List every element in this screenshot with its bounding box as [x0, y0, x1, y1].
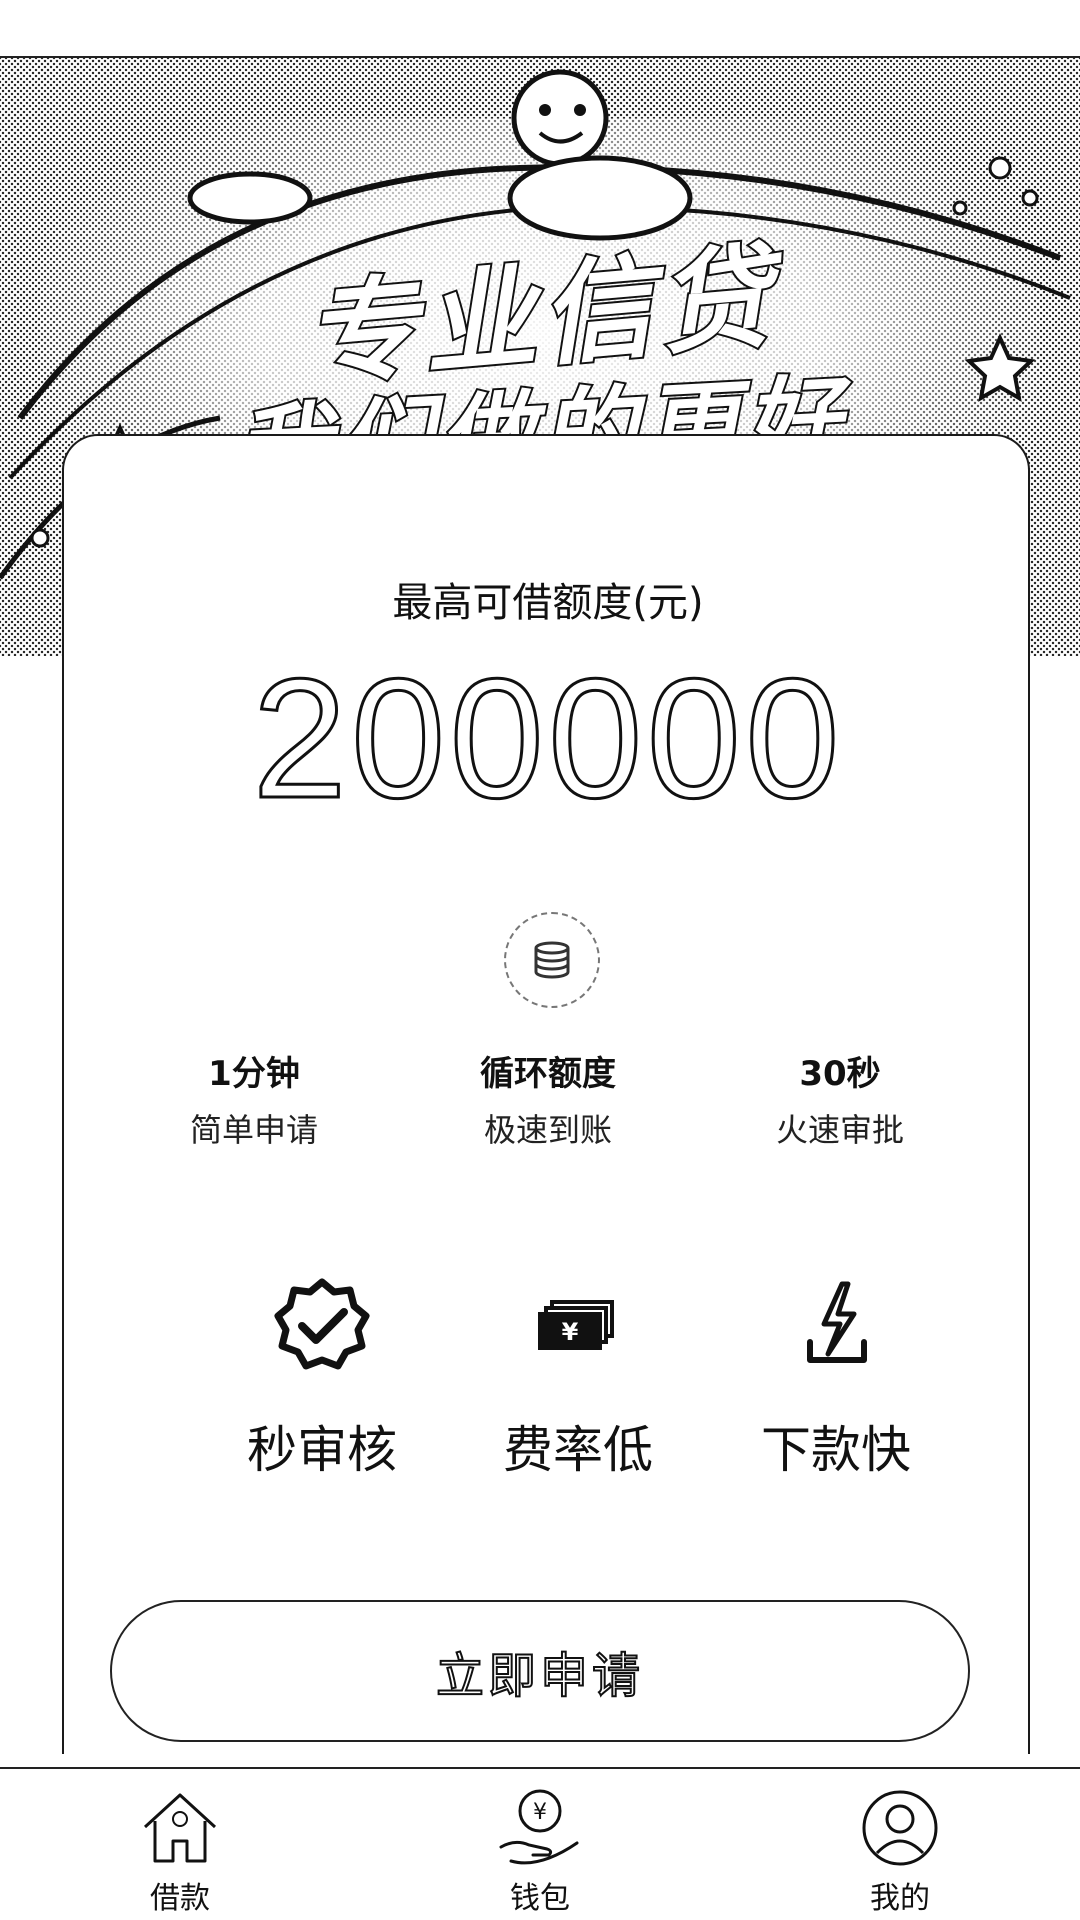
home-icon	[143, 1793, 217, 1863]
tab-label: 借款	[150, 1881, 210, 1916]
user-icon	[862, 1790, 938, 1866]
coin-stack-icon	[504, 912, 600, 1008]
feature-title: 循环额度	[480, 1054, 616, 1094]
max-quota-label: 最高可借额度(元)	[392, 580, 704, 626]
apply-now-button[interactable]: 立即申请	[110, 1600, 970, 1742]
feature-title: 1分钟	[208, 1054, 300, 1094]
highlight-low-fee: ¥ 费率低	[478, 1276, 678, 1482]
feature-subtitle: 简单申请	[189, 1111, 318, 1149]
tab-label: 钱包	[510, 1881, 570, 1916]
highlight-label: 费率低	[503, 1421, 653, 1479]
highlight-label: 下款快	[761, 1421, 911, 1479]
feature-item: 30秒 火速审批	[710, 1046, 970, 1151]
verified-badge-icon	[274, 1278, 370, 1370]
feature-item: 循环额度 极速到账	[418, 1046, 678, 1151]
tab-loan[interactable]: 借款	[70, 1769, 290, 1920]
feature-item: 1分钟 简单申请	[124, 1046, 384, 1151]
highlight-fast-review: 秒审核	[222, 1276, 422, 1482]
feature-row: 1分钟 简单申请 循环额度 极速到账 30秒 火速审批	[64, 1046, 1032, 1156]
highlight-row: 秒审核 ¥ 费率低 下款快	[64, 1276, 1032, 1496]
highlight-fast-payout: 下款快	[736, 1276, 936, 1482]
feature-subtitle: 火速审批	[775, 1111, 904, 1149]
loan-card: 最高可借额度(元) 200000 1分钟 简单申请 循环额度 极速到账 30秒 …	[62, 434, 1030, 1754]
svg-text:¥: ¥	[533, 1800, 547, 1825]
svg-text:¥: ¥	[562, 1318, 579, 1346]
max-quota-amount: 200000	[251, 644, 844, 834]
highlight-label: 秒审核	[247, 1421, 397, 1479]
feature-title: 30秒	[799, 1054, 881, 1094]
bottom-tab-bar: 借款 ¥ 钱包 我的	[0, 1767, 1080, 1920]
tab-profile[interactable]: 我的	[790, 1769, 1010, 1920]
feature-subtitle: 极速到账	[483, 1111, 612, 1149]
tab-label: 我的	[870, 1881, 930, 1916]
yuan-banknote-icon: ¥	[538, 1300, 614, 1350]
tab-wallet[interactable]: ¥ 钱包	[430, 1769, 650, 1920]
lightning-tray-icon	[807, 1281, 867, 1363]
wallet-hand-icon: ¥	[499, 1789, 579, 1865]
